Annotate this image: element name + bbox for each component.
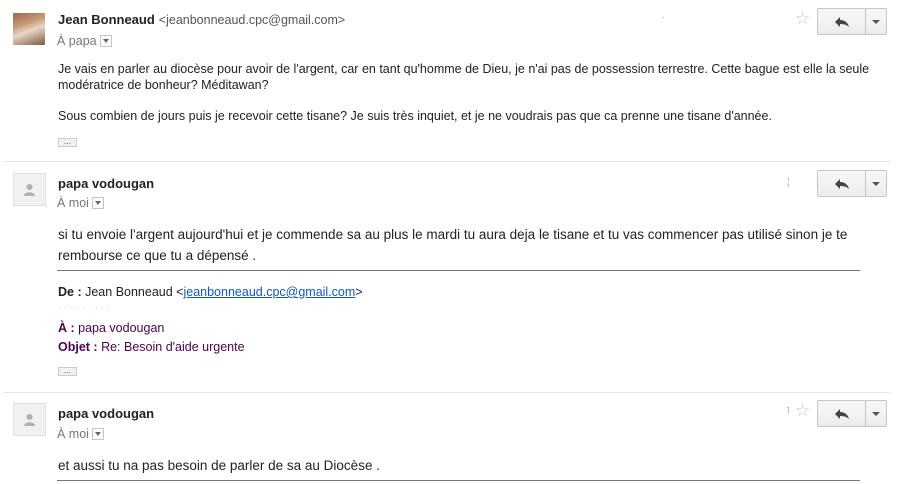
quote-subject-value: Re: Besoin d'aide urgente — [101, 340, 245, 354]
quote-from-close: > — [355, 285, 363, 299]
default-avatar-icon — [13, 173, 46, 206]
message-separator — [4, 392, 890, 393]
faint-line: · · · · · · · · · — [58, 302, 111, 313]
recipient-details-dropdown-icon[interactable] — [91, 196, 104, 209]
quote-from-label: De : — [58, 285, 82, 299]
recipient-text: À papa — [57, 34, 97, 48]
more-options-button[interactable] — [866, 8, 887, 35]
recipient-details-dropdown-icon[interactable] — [91, 427, 104, 440]
message-body: et aussi tu na pas besoin de parler de s… — [58, 458, 380, 473]
quote-divider — [57, 270, 860, 271]
quote-from-email-link[interactable]: jeanbonneaud.cpc@gmail.com — [183, 285, 355, 299]
show-trimmed-content-button[interactable]: ... — [58, 137, 77, 147]
reply-button-group — [817, 400, 887, 427]
dot-marker: . — [662, 10, 665, 21]
message-body: Je vais en parler au diocèse pour avoir … — [58, 61, 878, 124]
sender-avatar — [13, 13, 45, 45]
more-options-button[interactable] — [866, 400, 887, 427]
recipient-line[interactable]: À moi — [57, 427, 104, 441]
quote-subject-label: Objet : — [58, 340, 98, 354]
quote-subject: Objet : Re: Besoin d'aide urgente — [58, 340, 245, 354]
show-trimmed-content-button[interactable]: ... — [58, 366, 77, 376]
reply-button-group — [817, 170, 887, 197]
quote-to: À : papa vodougan — [58, 321, 164, 335]
star-icon[interactable]: ☆ — [795, 9, 810, 29]
sender-name[interactable]: Jean Bonneaud <jeanbonneaud.cpc@gmail.com… — [58, 12, 345, 27]
quote-divider — [57, 480, 860, 481]
reply-button-group — [817, 8, 887, 35]
reply-arrow-icon — [834, 408, 849, 419]
message-body: si tu envoie l'argent aujourd'hui et je … — [58, 227, 848, 263]
sender-name[interactable]: papa vodougan — [58, 176, 154, 191]
more-options-button[interactable] — [866, 170, 887, 197]
recipient-text: À moi — [57, 427, 89, 441]
reply-arrow-icon — [834, 178, 849, 189]
star-icon[interactable]: ☆ — [795, 401, 810, 421]
quote-to-value: papa vodougan — [78, 321, 165, 335]
reply-button[interactable] — [817, 400, 867, 427]
sender-name-text: Jean Bonneaud — [58, 12, 155, 27]
dot-marker: ˥ — [786, 406, 790, 417]
recipient-text: À moi — [57, 196, 89, 210]
reply-arrow-icon — [834, 16, 849, 27]
body-paragraph-1: Je vais en parler au diocèse pour avoir … — [58, 62, 870, 92]
recipient-line[interactable]: À papa — [57, 34, 112, 48]
quote-from: De : Jean Bonneaud <jeanbonneaud.cpc@gma… — [58, 285, 363, 299]
body-paragraph-2: Sous combien de jours puis je recevoir c… — [58, 109, 772, 123]
sender-name[interactable]: papa vodougan — [58, 406, 154, 421]
recipient-line[interactable]: À moi — [57, 196, 104, 210]
reply-button[interactable] — [817, 170, 867, 197]
message-separator — [4, 161, 890, 162]
quote-from-name: Jean Bonneaud < — [85, 285, 184, 299]
quote-to-label: À : — [58, 321, 75, 335]
dot-marker: ¦ — [787, 177, 790, 188]
recipient-details-dropdown-icon[interactable] — [99, 34, 112, 47]
default-avatar-icon — [13, 403, 46, 436]
reply-button[interactable] — [817, 8, 867, 35]
sender-email: <jeanbonneaud.cpc@gmail.com> — [158, 13, 346, 27]
